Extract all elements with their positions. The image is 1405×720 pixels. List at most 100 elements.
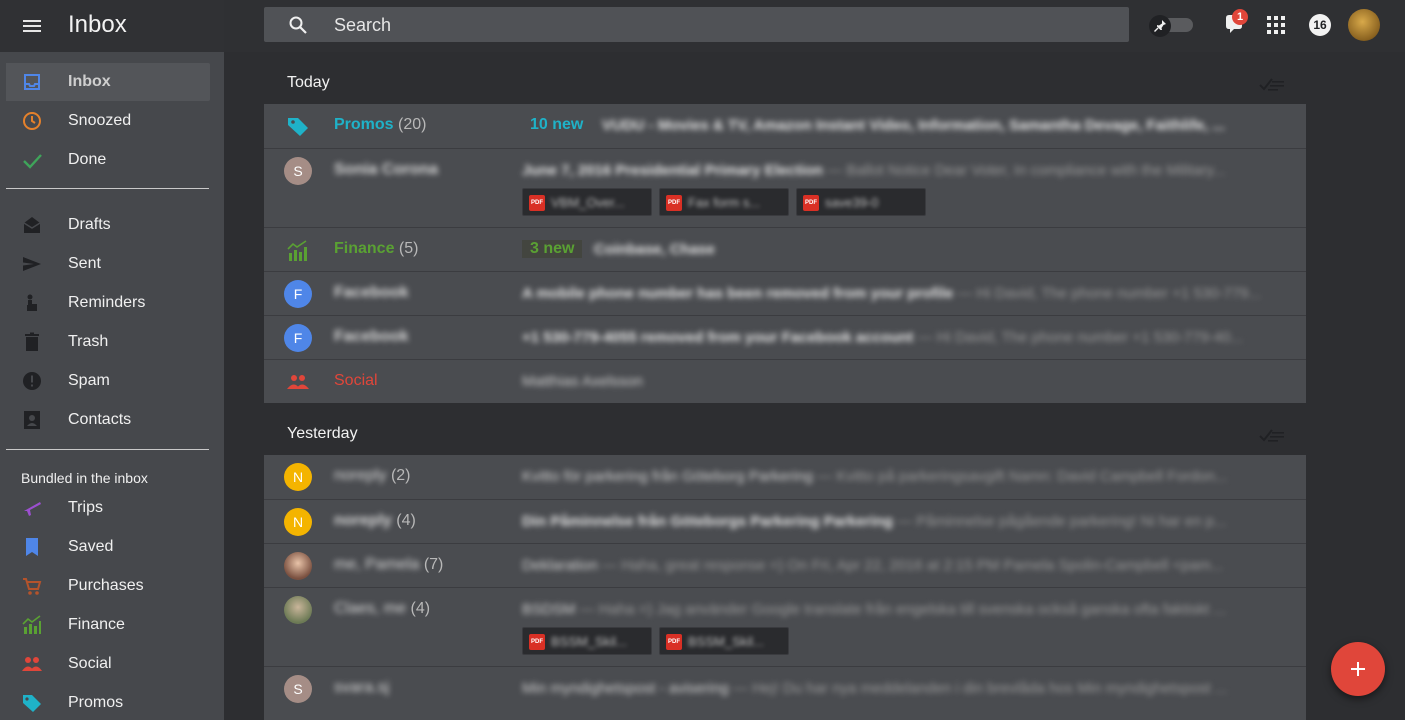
- attachment-chip[interactable]: PDF BSSM_Skil...: [522, 627, 652, 655]
- subject-text: June 7, 2016 Presidential Primary Electi…: [522, 162, 823, 179]
- reminder-icon: [27, 294, 37, 311]
- bundle-count: (20): [398, 116, 427, 133]
- compose-fab-button[interactable]: [1331, 642, 1385, 696]
- thread-count: (4): [396, 512, 416, 529]
- user-avatar[interactable]: [1348, 9, 1380, 41]
- bundle-label: Promos (20): [334, 116, 426, 134]
- subject-text: BSDSM: [522, 601, 576, 618]
- bundle-name: Finance: [334, 240, 395, 257]
- sender-name: noreply: [334, 467, 387, 484]
- message-subject: A mobile phone number has been removed f…: [522, 285, 1286, 302]
- section-heading-yesterday: Yesterday: [287, 425, 358, 442]
- sidebar-item-promos[interactable]: Promos: [6, 684, 210, 720]
- notifications-button[interactable]: 1: [1222, 9, 1248, 38]
- sidebar-item-purchases[interactable]: Purchases: [6, 567, 210, 605]
- sidebar-item-spam[interactable]: Spam: [6, 362, 210, 400]
- notification-badge: 1: [1232, 9, 1248, 25]
- people-icon: [22, 657, 42, 671]
- pdf-icon: PDF: [803, 195, 819, 211]
- bundle-senders: Coinbase, Chase: [594, 241, 715, 258]
- sidebar-item-drafts[interactable]: Drafts: [6, 206, 210, 244]
- pdf-icon: PDF: [666, 634, 682, 650]
- message-row[interactable]: F Facebook A mobile phone number has bee…: [264, 271, 1306, 315]
- sweep-done-icon[interactable]: [1259, 426, 1285, 444]
- message-row[interactable]: F Facebook +1 530-779-4055 removed from …: [264, 315, 1306, 359]
- sidebar-item-trips[interactable]: Trips: [6, 489, 210, 527]
- today-list: Promos (20) 10 new VUDU - Movies & TV, A…: [264, 104, 1306, 403]
- attachment-chip[interactable]: PDF BSSM_Skil...: [659, 627, 789, 655]
- inbox-app: Inbox 1: [0, 0, 1405, 720]
- apps-grid-icon[interactable]: [1267, 16, 1285, 34]
- message-row[interactable]: Claes, me (4) BSDSM — Haha =) Jag använd…: [264, 587, 1306, 666]
- avatar: F: [284, 280, 312, 308]
- tag-icon: [288, 118, 308, 136]
- avatar: [284, 596, 312, 624]
- subject-text: Kvitto för parkering från Göteborg Parke…: [522, 468, 813, 485]
- spam-icon: [23, 372, 41, 390]
- pin-toggle[interactable]: [1149, 15, 1195, 37]
- snippet-text: — Hi David, The phone number +1 530-779-…: [913, 329, 1243, 346]
- thread-count: (7): [423, 556, 444, 573]
- message-row[interactable]: S Sonia Corona June 7, 2016 Presidential…: [264, 148, 1306, 227]
- message-subject: +1 530-779-4055 removed from your Facebo…: [522, 329, 1286, 346]
- sidebar-item-label: Drafts: [68, 216, 111, 233]
- section-heading-today: Today: [287, 74, 330, 91]
- bundle-row-social[interactable]: Social Matthias Axelsson: [264, 359, 1306, 403]
- thread-count: (4): [410, 600, 431, 617]
- sender-name: Sonia Corona: [334, 161, 439, 178]
- account-count-icon[interactable]: 16: [1309, 14, 1331, 36]
- trash-icon: [25, 332, 39, 351]
- bundle-name: Social: [334, 372, 378, 389]
- sidebar-item-social[interactable]: Social: [6, 645, 210, 683]
- attachment-chip[interactable]: PDF Fax form s...: [659, 188, 789, 216]
- avatar: N: [284, 508, 312, 536]
- message-row[interactable]: N noreply (4) Din Påminnelse från Götebo…: [264, 499, 1306, 543]
- sidebar-item-snoozed[interactable]: Snoozed: [6, 102, 210, 140]
- message-row[interactable]: S svara.sj Min myndighetspost - aviserin…: [264, 666, 1306, 710]
- search-input[interactable]: [334, 12, 1094, 38]
- hamburger-menu-icon[interactable]: [22, 16, 42, 36]
- send-icon: [23, 257, 41, 271]
- sidebar-item-label: Contacts: [68, 411, 132, 428]
- avatar: [284, 552, 312, 580]
- inbox-icon: [24, 74, 40, 90]
- avatar: S: [284, 675, 312, 703]
- message-subject: Din Påminnelse från Göteborgs Parkering …: [522, 513, 1286, 530]
- message-row[interactable]: N noreply (2) Kvitto för parkering från …: [264, 455, 1306, 499]
- sidebar-item-inbox[interactable]: Inbox: [6, 63, 210, 101]
- bundle-row-promos[interactable]: Promos (20) 10 new VUDU - Movies & TV, A…: [264, 104, 1306, 148]
- sender-name: Facebook: [334, 284, 409, 301]
- sidebar-item-finance[interactable]: Finance: [6, 606, 210, 644]
- sidebar-item-contacts[interactable]: Contacts: [6, 401, 210, 439]
- bundle-count: (5): [398, 240, 419, 257]
- sidebar-item-saved[interactable]: Saved: [6, 528, 210, 566]
- message-subject: Kvitto för parkering från Göteborg Parke…: [522, 468, 1286, 485]
- sidebar-item-trash[interactable]: Trash: [6, 323, 210, 361]
- bundle-senders: VUDU - Movies & TV, Amazon Instant Video…: [602, 117, 1225, 134]
- sidebar-item-label: Trips: [68, 499, 103, 516]
- attachment-name: VBM_Over...: [551, 195, 625, 210]
- attachment-chip[interactable]: PDF save39-0: [796, 188, 926, 216]
- bundle-name: Promos: [334, 116, 394, 133]
- search-icon[interactable]: [288, 15, 308, 35]
- pin-toggle-knob[interactable]: [1149, 15, 1171, 37]
- sidebar: Inbox Snoozed Done Drafts Sent Reminders…: [0, 52, 224, 720]
- bundle-senders: Matthias Axelsson: [522, 373, 643, 390]
- search-box[interactable]: [264, 7, 1129, 42]
- sidebar-item-reminders[interactable]: Reminders: [6, 284, 210, 322]
- avatar: F: [284, 324, 312, 352]
- plane-icon: [24, 502, 41, 516]
- sidebar-item-label: Purchases: [68, 577, 144, 594]
- sweep-done-icon[interactable]: [1259, 75, 1285, 93]
- sidebar-item-done[interactable]: Done: [6, 141, 210, 179]
- subject-text: Deklaration: [522, 557, 598, 574]
- top-bar: Inbox 1: [0, 0, 1405, 52]
- attachment-chip[interactable]: PDF VBM_Over...: [522, 188, 652, 216]
- sidebar-item-label: Done: [68, 151, 107, 168]
- bundle-row-finance[interactable]: Finance (5) 3 new Coinbase, Chase: [264, 227, 1306, 271]
- message-row[interactable]: me, Pamela (7) Deklaration — Haha, great…: [264, 543, 1306, 587]
- message-subject: June 7, 2016 Presidential Primary Electi…: [522, 162, 1286, 179]
- sender: Claes, me (4): [334, 600, 430, 618]
- sidebar-item-sent[interactable]: Sent: [6, 245, 210, 283]
- sidebar-item-label: Inbox: [68, 73, 111, 90]
